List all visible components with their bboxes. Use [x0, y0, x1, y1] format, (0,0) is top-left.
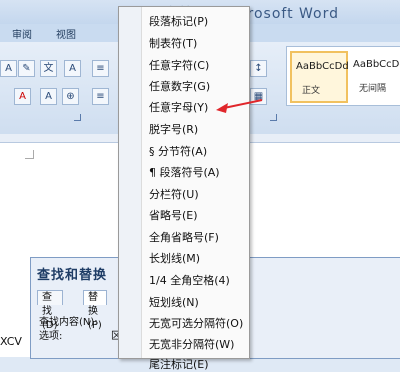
menu-item-caret[interactable]: 脱字号(R) — [149, 121, 198, 137]
document-text: XCV — [0, 335, 22, 348]
menu-item-endnote-mark[interactable]: 尾注标记(E) — [149, 356, 209, 372]
phonetic-guide-icon[interactable]: 文 — [40, 60, 57, 77]
menu-item-pilcrow[interactable]: ¶ 段落符号(A) — [149, 164, 220, 180]
char-shading-icon[interactable]: A — [40, 88, 57, 105]
tab-find[interactable]: 查找(D) — [37, 290, 63, 331]
menu-item-any-digit[interactable]: 任意数字(G) — [149, 78, 210, 94]
menu-gutter — [119, 7, 142, 358]
enclose-char-icon[interactable]: ⊕ — [62, 88, 79, 105]
style-nospace-name: 无间隔 — [359, 84, 387, 94]
font-dialog-launcher-icon[interactable] — [74, 114, 81, 121]
options-label: 选项: — [39, 331, 63, 342]
style-normal-sample: AaBbCcDd — [296, 61, 349, 72]
style-nospace-sample: AaBbCcDd — [353, 59, 400, 70]
paragraph-dialog-launcher-icon[interactable] — [270, 114, 277, 121]
menu-item-any-letter[interactable]: 任意字母(Y) — [149, 99, 208, 115]
clear-format-icon[interactable]: ✎ — [18, 60, 35, 77]
align-left-icon[interactable]: ≡ — [92, 88, 109, 105]
font-color-icon[interactable]: A — [14, 88, 31, 105]
menu-item-quarter-em-space[interactable]: 1/4 全角空格(4) — [149, 272, 230, 288]
menu-item-section-char[interactable]: § 分节符(A) — [149, 143, 207, 159]
dialog-title: 查找和替换 — [37, 268, 108, 283]
menu-item-ellipsis[interactable]: 省略号(E) — [149, 207, 198, 223]
tab-replace[interactable]: 替换(P) — [83, 290, 107, 331]
style-no-spacing[interactable]: AaBbCcDd 无间隔 — [349, 51, 400, 99]
char-border-icon[interactable]: A — [64, 60, 81, 77]
sort-icon[interactable]: ↕ — [250, 60, 267, 77]
menu-item-en-dash[interactable]: 短划线(N) — [149, 294, 199, 310]
menu-item-paragraph-mark[interactable]: 段落标记(P) — [149, 13, 208, 29]
red-arrow-icon — [216, 99, 263, 113]
find-what-label: 查找内容(N): — [39, 317, 98, 328]
tab-view[interactable]: 视图 — [56, 26, 76, 41]
style-normal[interactable]: AaBbCcDd 正文 — [290, 51, 349, 103]
menu-item-any-char[interactable]: 任意字符(C) — [149, 57, 209, 73]
menu-item-column-break[interactable]: 分栏符(U) — [149, 186, 199, 202]
menu-item-tab-char[interactable]: 制表符(T) — [149, 35, 197, 51]
menu-item-zero-width-nonbreak[interactable]: 无宽非分隔符(W) — [149, 336, 234, 352]
margin-corner-mark — [25, 150, 34, 159]
menu-item-em-dash[interactable]: 长划线(M) — [149, 250, 200, 266]
tab-review[interactable]: 审阅 — [12, 26, 32, 41]
styles-gallery: AaBbCcDd 正文 AaBbCcDd 无间隔 — [286, 46, 400, 106]
style-normal-name: 正文 — [302, 86, 321, 96]
menu-item-zero-width-optional-break[interactable]: 无宽可选分隔符(O) — [149, 315, 243, 331]
list-icon[interactable]: ≡ — [92, 60, 109, 77]
font-size-down-icon[interactable]: A — [0, 60, 17, 77]
special-char-menu: 段落标记(P) 制表符(T) 任意字符(C) 任意数字(G) 任意字母(Y) 脱… — [118, 6, 250, 371]
menu-item-fullwidth-ellipsis[interactable]: 全角省略号(F) — [149, 229, 219, 245]
